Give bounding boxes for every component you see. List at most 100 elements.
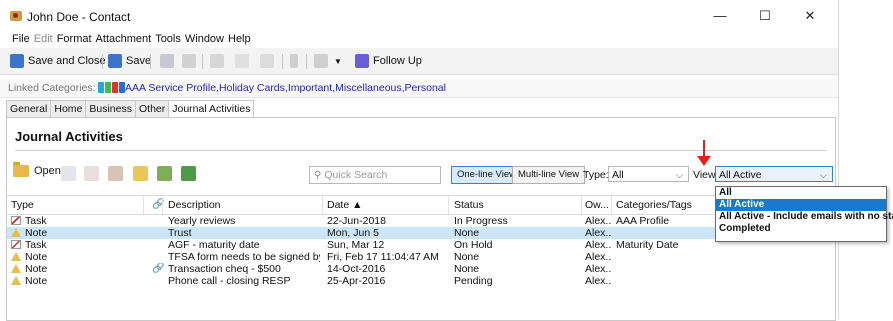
- contact-card-icon: [10, 11, 22, 21]
- note-icon: [11, 228, 21, 237]
- row-status: None: [454, 227, 480, 239]
- row-owner: Alex...: [585, 251, 611, 263]
- flag-button[interactable]: ▼: [314, 52, 342, 70]
- paste-button[interactable]: [260, 52, 274, 70]
- table-row[interactable]: Task AGF - maturity date Sun, Mar 12 On Hol…: [7, 239, 833, 251]
- type-label: Type:: [583, 169, 609, 181]
- main-toolbar: Save and Close Save ▼ Follow Up: [0, 48, 838, 75]
- annotation-arrow: [703, 140, 705, 157]
- chevron-down-icon: ⌵: [676, 170, 683, 180]
- menu-attachment[interactable]: Attachment: [94, 31, 154, 47]
- row-description: AGF - maturity date: [168, 239, 260, 251]
- table-row[interactable]: Note Phone call - closing RESP 25-Apr-2016…: [7, 275, 833, 287]
- tab-home[interactable]: Home: [50, 100, 87, 117]
- window-title: John Doe - Contact: [27, 10, 131, 24]
- copy-button[interactable]: [235, 52, 249, 70]
- search-icon: ⚲: [314, 169, 322, 181]
- journal-activities-panel: Journal Activities Open ⚲ Quick Search O…: [6, 117, 836, 321]
- tab-business[interactable]: Business: [85, 100, 136, 117]
- table-row[interactable]: Note Trust Mon, Jun 5 None Alex...: [7, 227, 833, 239]
- journal-toolbar: Open ⚲ Quick Search One-line View Multi-…: [7, 162, 833, 187]
- save-close-icon: [10, 54, 24, 68]
- row-type: Note: [11, 263, 141, 275]
- new-email-icon[interactable]: [61, 166, 76, 181]
- menu-tools[interactable]: Tools: [153, 31, 183, 47]
- view-option[interactable]: Completed: [716, 223, 886, 235]
- row-owner: Alex...: [585, 263, 611, 275]
- row-description: Transaction cheq - $500: [168, 263, 281, 275]
- row-type: Note: [11, 275, 141, 287]
- type-filter-select[interactable]: All ⌵: [608, 166, 689, 182]
- chevron-down-icon: ⌵: [820, 170, 827, 180]
- delete-button[interactable]: [182, 52, 196, 70]
- tab-other[interactable]: Other: [134, 100, 170, 117]
- contact-window: John Doe - Contact — ☐ ✕ File Edit Format A…: [0, 0, 839, 321]
- contact-tabs: General Home Business Other Journal Activiti…: [6, 100, 255, 120]
- minimize-button[interactable]: —: [705, 6, 735, 26]
- follow-up-button[interactable]: Follow Up: [355, 52, 422, 70]
- save-and-close-button[interactable]: Save and Close: [10, 52, 106, 70]
- attachment-icon: 🔗: [152, 263, 165, 274]
- menu-help[interactable]: Help: [226, 31, 253, 47]
- column-divider: [162, 196, 163, 214]
- title-divider: [15, 150, 827, 151]
- column-owner[interactable]: Ow...: [585, 199, 609, 211]
- new-document-icon[interactable]: [181, 166, 196, 181]
- open-button[interactable]: Open: [13, 162, 61, 177]
- row-type-label: Task: [25, 239, 47, 251]
- menu-edit[interactable]: Edit: [32, 31, 55, 47]
- table-row[interactable]: Task Yearly reviews 22-Jun-2018 In Progress…: [7, 215, 833, 227]
- eraser-icon: [160, 54, 174, 68]
- new-meeting-icon[interactable]: [157, 166, 172, 181]
- category-color-swatch: [98, 82, 104, 93]
- column-type[interactable]: Type: [11, 199, 34, 211]
- column-date[interactable]: Date ▲: [327, 199, 363, 211]
- save-label: Save: [126, 55, 152, 67]
- eraser-button[interactable]: [160, 52, 174, 70]
- menu-window[interactable]: Window: [183, 31, 226, 47]
- view-option[interactable]: All Active - Include emails with no stat…: [716, 211, 893, 223]
- linked-categories-bar: Linked Categories: AAA Service Profile,H…: [0, 79, 838, 98]
- linked-categories-label: Linked Categories:: [8, 82, 96, 94]
- row-status: None: [454, 251, 480, 263]
- close-button[interactable]: ✕: [795, 6, 825, 26]
- linked-categories-link[interactable]: AAA Service Profile,Holiday Cards,Import…: [125, 82, 446, 94]
- column-divider: [581, 196, 582, 214]
- attach-button[interactable]: [290, 52, 298, 70]
- quick-search-input[interactable]: ⚲ Quick Search: [309, 166, 441, 184]
- row-status: Pending: [454, 275, 493, 287]
- save-button[interactable]: Save: [108, 52, 151, 70]
- row-status: On Hold: [454, 239, 493, 251]
- attach-icon: [290, 54, 298, 68]
- task-icon: [11, 216, 21, 225]
- toolbar-divider: [202, 54, 203, 69]
- category-color-swatch: [112, 82, 118, 93]
- multi-line-view-button[interactable]: Multi-line View: [512, 166, 586, 184]
- new-task-icon[interactable]: [84, 166, 99, 181]
- menu-format[interactable]: Format: [55, 31, 94, 47]
- table-row[interactable]: Note 🔗 Transaction cheq - $500 14-Oct-2016 N…: [7, 263, 833, 275]
- row-type: Note: [11, 227, 141, 239]
- grid-header: Type 🔗 Description Date ▲ Status Ow... C…: [7, 195, 833, 215]
- menu-file[interactable]: File: [10, 31, 32, 47]
- tab-general[interactable]: General: [6, 100, 52, 117]
- maximize-button[interactable]: ☐: [750, 6, 780, 26]
- row-date: 22-Jun-2018: [327, 215, 386, 227]
- cut-button[interactable]: [210, 52, 224, 70]
- new-note-icon[interactable]: [133, 166, 148, 181]
- table-row[interactable]: Note TFSA form needs to be signed by Pat.…: [7, 251, 833, 263]
- row-type-label: Note: [25, 275, 48, 287]
- column-description[interactable]: Description: [168, 199, 221, 211]
- row-owner: Alex...: [585, 275, 611, 287]
- column-divider: [448, 196, 449, 214]
- view-option[interactable]: All: [716, 187, 886, 199]
- view-filter-select[interactable]: All Active ⌵: [715, 166, 833, 182]
- scissors-icon: [210, 54, 224, 68]
- note-icon: [11, 276, 21, 285]
- column-categories[interactable]: Categories/Tags: [616, 199, 692, 211]
- column-status[interactable]: Status: [454, 199, 484, 211]
- row-type: Task: [11, 215, 141, 227]
- row-date: 14-Oct-2016: [327, 263, 386, 275]
- view-option[interactable]: All Active: [716, 199, 886, 211]
- new-phone-call-icon[interactable]: [108, 166, 123, 181]
